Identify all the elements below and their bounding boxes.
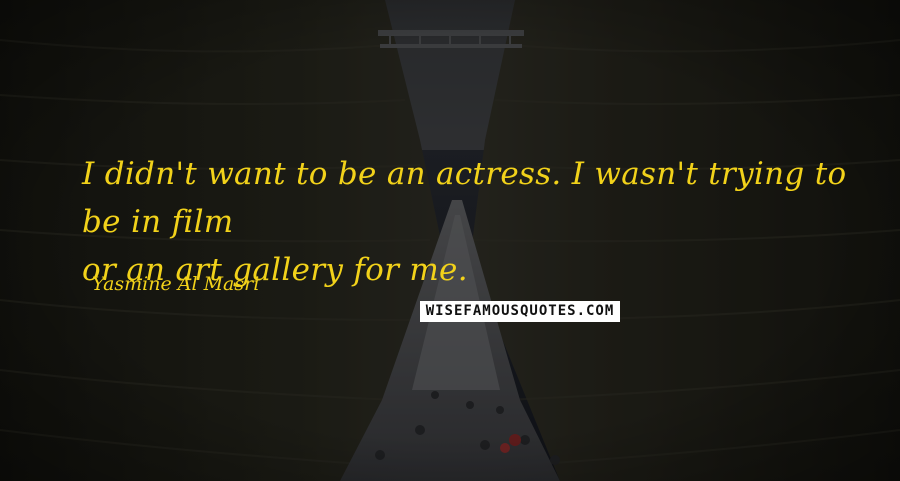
quote-card: I didn't want to be an actress. I wasn't…: [0, 0, 900, 481]
quote-author: Yasmine Al Masri: [92, 273, 260, 295]
site-watermark: WISEFAMOUSQUOTES.COM: [420, 301, 620, 322]
